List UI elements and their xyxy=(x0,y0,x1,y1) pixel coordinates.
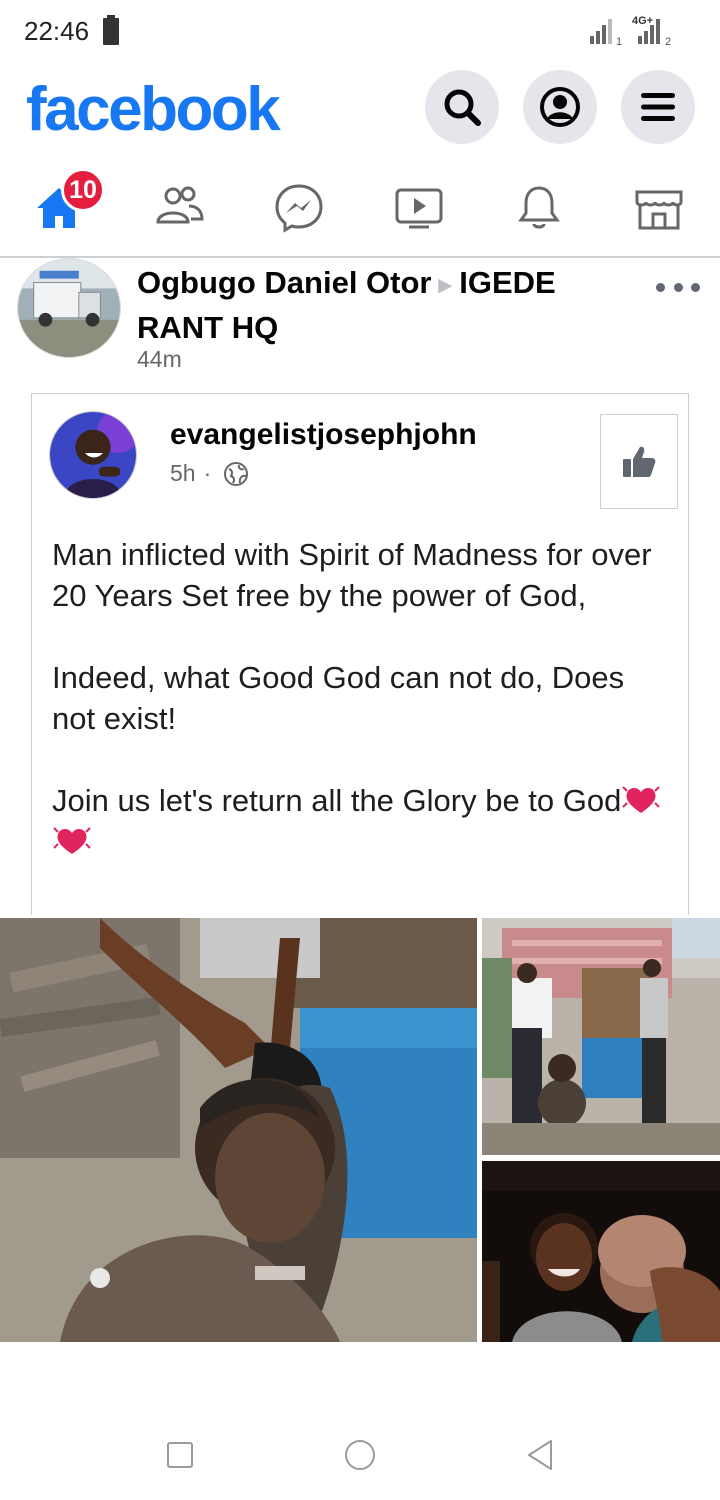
avatar-image xyxy=(50,412,136,498)
post-header: Ogbugo Daniel Otor►IGEDE RANT HQ 44m xyxy=(0,258,720,388)
globe-icon xyxy=(224,461,249,486)
nav-tabs: 10 xyxy=(0,160,720,258)
circle-icon xyxy=(345,1440,375,1470)
post-paragraph-last: Join us let's return all the Glory be to… xyxy=(52,780,672,862)
search-button[interactable] xyxy=(425,70,499,144)
signal-icon: 1 4G+ 2 xyxy=(590,15,671,48)
thumbs-up-icon xyxy=(623,446,656,477)
app-header: facebook xyxy=(0,64,720,160)
photo-image xyxy=(0,918,477,1342)
signal-indicator: 1 4G+ 2 xyxy=(588,14,698,48)
system-navigation-bar xyxy=(0,1405,720,1500)
author-avatar[interactable] xyxy=(17,258,121,358)
heart-emoji-icon xyxy=(622,786,661,813)
post-timestamp[interactable]: 44m xyxy=(137,346,182,373)
svg-text:1: 1 xyxy=(616,36,622,48)
shared-post-time[interactable]: 5h xyxy=(170,460,196,487)
tab-friends[interactable] xyxy=(149,180,209,236)
svg-text:2: 2 xyxy=(665,36,671,48)
shared-post-meta: 5h · xyxy=(170,460,249,487)
photo-image xyxy=(482,1161,720,1342)
tab-messenger[interactable] xyxy=(269,180,329,236)
avatar-image xyxy=(18,259,120,357)
home-button[interactable] xyxy=(340,1435,380,1475)
menu-button[interactable] xyxy=(621,70,695,144)
tab-marketplace[interactable] xyxy=(629,180,689,236)
post-paragraph: Man inflicted with Spirit of Madness for… xyxy=(52,537,652,613)
arrow-right-icon: ► xyxy=(433,272,458,299)
shared-author-name[interactable]: evangelistjosephjohn xyxy=(170,418,477,452)
like-button[interactable] xyxy=(600,414,678,509)
friends-icon xyxy=(156,186,204,224)
shared-post-text: Man inflicted with Spirit of Madness for… xyxy=(52,534,672,903)
profile-button[interactable] xyxy=(523,70,597,144)
svg-text:4G+: 4G+ xyxy=(632,15,653,27)
square-icon xyxy=(167,1442,193,1468)
post-photo-bottom-right[interactable] xyxy=(482,1161,720,1342)
home-badge: 10 xyxy=(61,168,105,212)
shared-post-card[interactable]: evangelistjosephjohn 5h · Man inflicted … xyxy=(31,393,689,915)
menu-icon xyxy=(641,93,675,121)
search-icon xyxy=(444,89,481,126)
shared-author-avatar[interactable] xyxy=(49,411,137,499)
profile-icon xyxy=(540,87,580,127)
meta-separator: · xyxy=(203,460,212,486)
facebook-logo[interactable]: facebook xyxy=(26,74,281,145)
notifications-icon xyxy=(518,186,560,229)
tab-watch[interactable] xyxy=(389,180,449,236)
post-photo-top-right[interactable] xyxy=(482,918,720,1155)
tab-notifications[interactable] xyxy=(509,180,569,236)
post-author-line: Ogbugo Daniel Otor►IGEDE RANT HQ xyxy=(137,262,607,349)
heart-emoji-icon xyxy=(53,827,91,854)
more-options-icon[interactable] xyxy=(656,272,700,302)
status-bar: 22:46 1 4G+ 2 xyxy=(0,0,720,64)
back-triangle-icon xyxy=(528,1440,552,1470)
photo-image xyxy=(482,918,720,1155)
recent-apps-button[interactable] xyxy=(160,1435,200,1475)
back-button[interactable] xyxy=(520,1435,560,1475)
post-author-name[interactable]: Ogbugo Daniel Otor xyxy=(137,265,432,300)
post-photo-main[interactable] xyxy=(0,918,477,1342)
post-paragraph: Indeed, what Good God can not do, Does n… xyxy=(52,660,625,736)
status-time: 22:46 xyxy=(24,16,90,46)
watch-icon xyxy=(395,188,443,229)
marketplace-icon xyxy=(635,190,683,230)
messenger-icon xyxy=(275,184,323,233)
battery-icon xyxy=(103,15,119,45)
